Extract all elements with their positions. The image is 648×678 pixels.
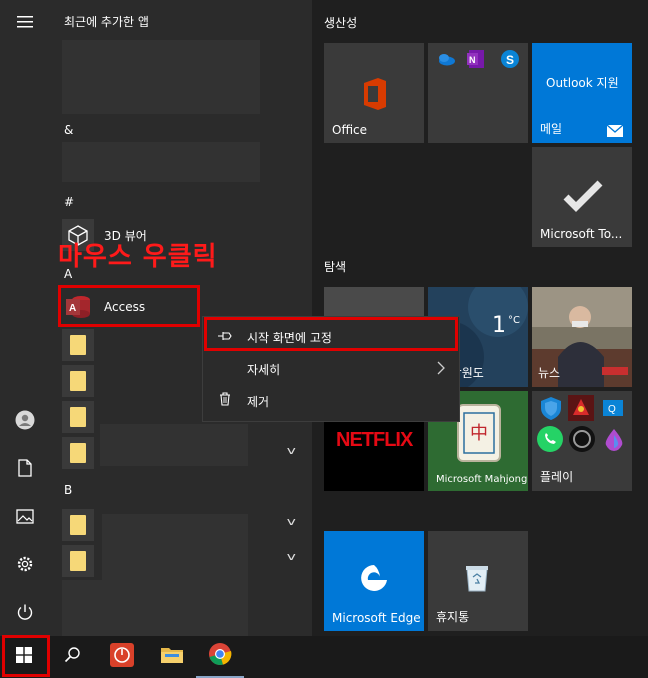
tile-label-mahjong: Microsoft Mahjong	[436, 474, 528, 485]
picture-icon	[16, 508, 34, 528]
app-placeholder	[62, 142, 260, 182]
hamburger-icon	[17, 13, 33, 32]
tile-label-todo: Microsoft To...	[540, 227, 623, 241]
netflix-logo: NETFLIX	[336, 429, 413, 451]
tile-microsoft-edge[interactable]: Microsoft Edge	[324, 531, 424, 631]
group-title-productivity[interactable]: 생산성	[324, 14, 357, 31]
folder-icon	[62, 545, 94, 577]
expand-chevron-icon[interactable]: v	[287, 550, 296, 563]
checkmark-icon	[562, 179, 604, 217]
ctx-item-more[interactable]: 자세히	[203, 353, 459, 385]
folder-icon	[62, 401, 94, 433]
group-title-explore[interactable]: 탐색	[324, 258, 346, 275]
folder-icon	[62, 509, 94, 541]
red-power-app-icon	[110, 643, 134, 671]
tile-outlook-title: Outlook 지원	[546, 76, 619, 90]
tile-outlook-mail[interactable]: Outlook 지원 메일	[532, 43, 632, 143]
tile-play-folder[interactable]: Q 플레이	[532, 391, 632, 491]
documents-button[interactable]	[0, 450, 50, 490]
svg-text:Q: Q	[608, 404, 616, 415]
whatsapp-icon	[536, 425, 564, 457]
ctx-label-uninstall: 제거	[247, 394, 270, 409]
recent-app-placeholder	[62, 40, 260, 114]
search-button[interactable]	[48, 636, 96, 678]
circle-app-icon	[568, 425, 596, 457]
document-icon	[18, 459, 32, 481]
app-placeholder	[62, 580, 102, 636]
ctx-label-more: 자세히	[247, 362, 281, 377]
taskbar-app-power[interactable]	[98, 636, 146, 678]
tile-news[interactable]: 뉴스	[532, 287, 632, 387]
weather-unit: °C	[508, 315, 520, 326]
tile-office[interactable]: Office	[324, 43, 424, 143]
gear-icon	[16, 555, 34, 577]
drop-app-icon	[602, 427, 626, 457]
recent-apps-title: 최근에 추가한 앱	[64, 15, 149, 29]
taskbar	[0, 636, 648, 678]
taskbar-file-explorer[interactable]	[148, 636, 196, 678]
taskbar-chrome[interactable]	[196, 636, 244, 678]
office-icon	[358, 77, 390, 115]
letter-header-amp[interactable]: &	[64, 123, 73, 137]
power-button[interactable]	[0, 594, 50, 634]
expand-chevron-icon[interactable]: v	[287, 515, 296, 528]
folder-explorer-icon	[160, 645, 184, 669]
tile-microsoft-todo[interactable]: Microsoft To...	[532, 147, 632, 247]
pin-highlight-box	[204, 317, 458, 351]
search-icon	[64, 647, 80, 667]
pictures-button[interactable]	[0, 498, 50, 538]
trash-icon	[203, 392, 247, 410]
chrome-icon	[208, 642, 232, 670]
tile-label-mail: 메일	[540, 122, 563, 136]
app-placeholder	[102, 514, 248, 638]
svg-text:S: S	[506, 53, 514, 67]
game-app-icon	[568, 395, 594, 425]
recycle-bin-icon	[464, 563, 490, 597]
hamburger-menu-button[interactable]	[0, 2, 50, 42]
settings-button[interactable]	[0, 546, 50, 586]
tile-office-apps-folder[interactable]: N S	[428, 43, 528, 143]
chevron-right-icon	[437, 361, 445, 378]
weather-temperature: 1	[492, 313, 506, 338]
edge-icon	[359, 563, 389, 597]
user-avatar-icon	[15, 410, 35, 434]
skype-icon: S	[500, 49, 520, 73]
tile-label-play: 플레이	[540, 470, 574, 484]
store-tag-icon: Q	[600, 395, 626, 425]
power-icon	[16, 603, 34, 625]
start-button-highlight-box	[2, 635, 50, 677]
user-account-button[interactable]	[0, 402, 50, 442]
svg-text:中: 中	[470, 423, 488, 444]
tile-label-edge: Microsoft Edge	[332, 611, 421, 625]
defender-icon	[538, 395, 564, 425]
start-left-rail	[0, 0, 50, 636]
onedrive-icon	[436, 51, 456, 70]
tile-label-news: 뉴스	[538, 366, 561, 380]
app-placeholder	[100, 424, 248, 466]
folder-icon	[62, 329, 94, 361]
ctx-item-uninstall[interactable]: 제거	[203, 385, 459, 417]
folder-icon	[62, 437, 94, 469]
letter-header-hash[interactable]: #	[64, 195, 74, 209]
tile-label-recycle: 휴지통	[436, 610, 470, 624]
access-highlight-box	[58, 285, 200, 327]
mail-envelope-icon	[606, 123, 624, 142]
right-click-annotation: 마우스 우클릭	[58, 242, 218, 272]
svg-text:N: N	[469, 55, 476, 65]
onenote-icon: N	[466, 49, 486, 73]
tile-recycle-bin[interactable]: 휴지통	[428, 531, 528, 631]
letter-header-b[interactable]: B	[64, 483, 72, 497]
tile-label-office: Office	[332, 123, 368, 137]
expand-chevron-icon[interactable]: v	[287, 444, 296, 457]
folder-icon	[62, 365, 94, 397]
